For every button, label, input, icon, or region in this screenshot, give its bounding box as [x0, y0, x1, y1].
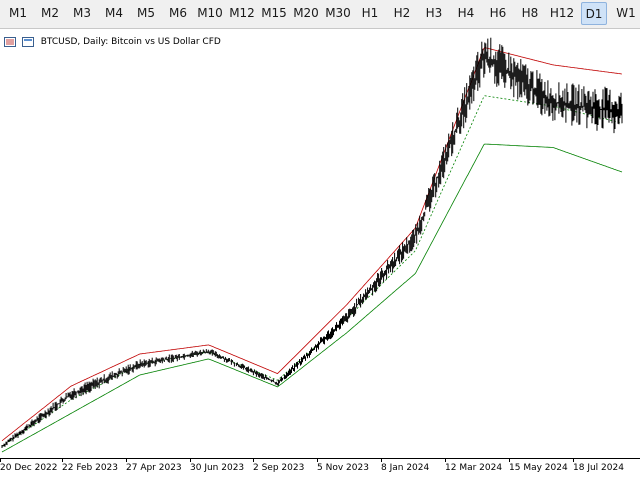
x-axis-label: 22 Feb 2023: [62, 463, 119, 473]
chart-header: BTCUSD, Daily: Bitcoin vs US Dollar CFD: [4, 37, 221, 51]
timeframe-h2-button[interactable]: H2: [389, 2, 415, 25]
timeframe-w1-button[interactable]: W1: [613, 2, 639, 25]
timeframe-toolbar: M1 M2 M3 M4 M5 M6 M10 M12 M15 M20 M30 H1 H2 H3 H4 H6 H8 H…: [0, 0, 640, 29]
x-tick: [573, 458, 574, 462]
x-tick: [0, 458, 1, 462]
timeframe-m20-button[interactable]: M20: [291, 2, 321, 25]
timeframe-m5-button[interactable]: M5: [133, 2, 159, 25]
timeframe-m30-button[interactable]: M30: [323, 2, 353, 25]
x-axis-label: 18 Jul 2024: [573, 463, 624, 473]
chart-title: BTCUSD, Daily: Bitcoin vs US Dollar CFD: [40, 37, 221, 47]
middle-band-line: [1, 95, 623, 447]
timeframe-m6-button[interactable]: M6: [165, 2, 191, 25]
x-tick: [190, 458, 191, 462]
timeframe-h8-button[interactable]: H8: [517, 2, 543, 25]
menu-icon[interactable]: [4, 37, 16, 47]
timeframe-h12-button[interactable]: H12: [547, 2, 577, 25]
price-chart[interactable]: [0, 29, 640, 458]
timeframe-m4-button[interactable]: M4: [101, 2, 127, 25]
timeframe-h4-button[interactable]: H4: [453, 2, 479, 25]
timeframe-h3-button[interactable]: H3: [421, 2, 447, 25]
x-axis-label: 15 May 2024: [509, 463, 568, 473]
chart-window-icon: [21, 37, 34, 47]
x-axis-label: 5 Nov 2023: [317, 463, 369, 473]
timeframe-m1-button[interactable]: M1: [5, 2, 31, 25]
x-tick: [62, 458, 63, 462]
x-axis-label: 20 Dec 2022: [0, 463, 58, 473]
x-tick: [381, 458, 382, 462]
timeframe-m10-button[interactable]: M10: [195, 2, 225, 25]
time-axis-line: [0, 458, 640, 459]
time-axis: 20 Dec 2022 22 Feb 2023 27 Apr 2023 30 Jun …: [0, 458, 640, 480]
x-axis-label: 27 Apr 2023: [126, 463, 182, 473]
price-bars: [1, 37, 623, 448]
x-tick: [253, 458, 254, 462]
x-tick: [509, 458, 510, 462]
x-tick: [317, 458, 318, 462]
timeframe-h6-button[interactable]: H6: [485, 2, 511, 25]
x-axis-label: 12 Mar 2024: [445, 463, 503, 473]
timeframe-m3-button[interactable]: M3: [69, 2, 95, 25]
x-axis-label: 8 Jan 2024: [381, 463, 430, 473]
lower-band-line: [1, 143, 623, 453]
timeframe-h1-button[interactable]: H1: [357, 2, 383, 25]
timeframe-d1-button[interactable]: D1: [581, 2, 607, 25]
x-axis-label: 2 Sep 2023: [253, 463, 305, 473]
timeframe-m2-button[interactable]: M2: [37, 2, 63, 25]
timeframe-m12-button[interactable]: M12: [227, 2, 257, 25]
x-tick: [126, 458, 127, 462]
x-tick: [445, 458, 446, 462]
x-axis-label: 30 Jun 2023: [190, 463, 245, 473]
timeframe-m15-button[interactable]: M15: [259, 2, 289, 25]
